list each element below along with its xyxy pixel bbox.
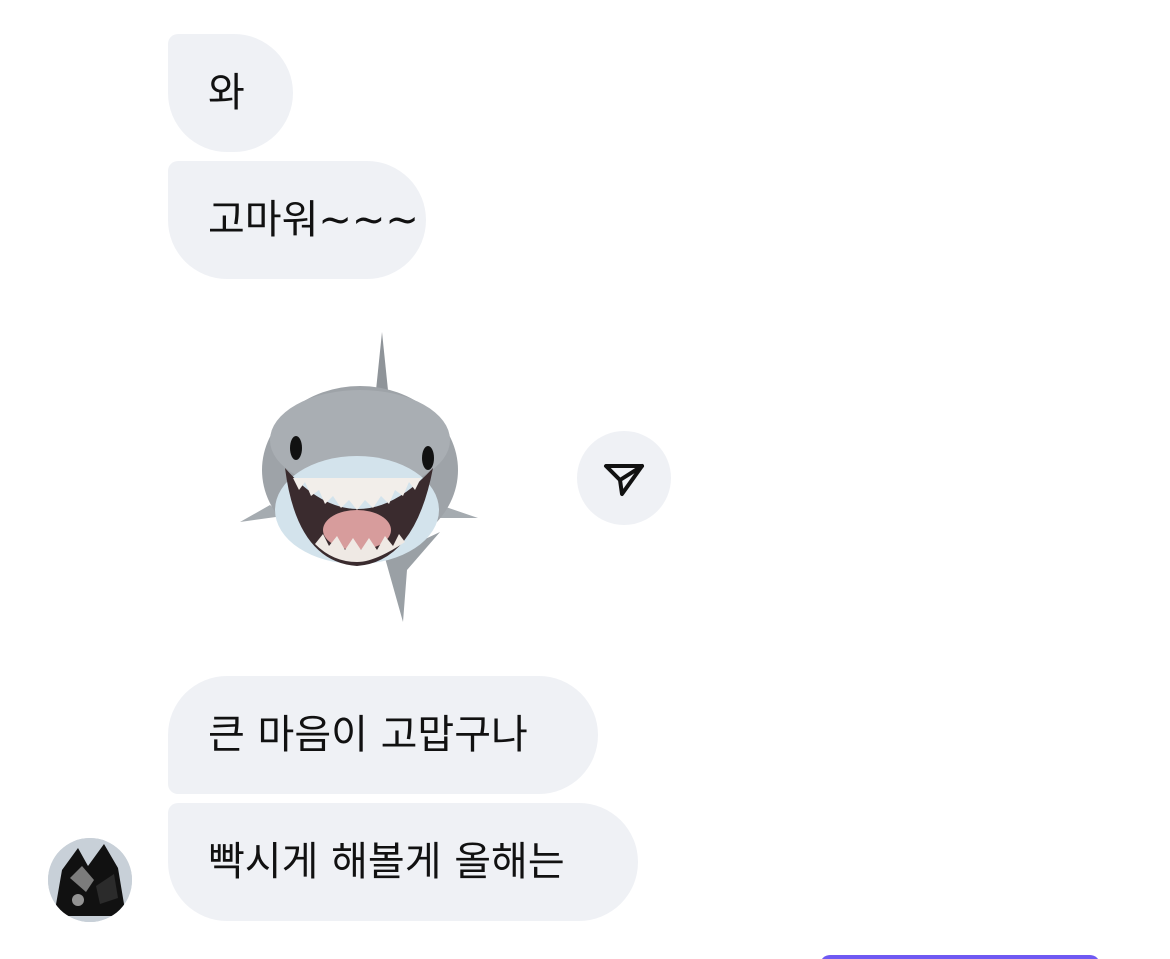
- message-text: 큰 마음이 고맙구나: [208, 712, 528, 758]
- paper-plane-icon: [604, 464, 644, 496]
- shark-icon: [240, 332, 478, 622]
- chat-thread: 와 고마워~~~ 큰 마음이 고맙구나 빡시게 해볼게 올해는: [0, 0, 1170, 959]
- message-bubble[interactable]: 와: [168, 34, 293, 152]
- message-bubble[interactable]: 빡시게 해볼게 올해는: [168, 803, 638, 921]
- shark-sticker[interactable]: [235, 330, 485, 630]
- message-bubble[interactable]: 큰 마음이 고맙구나: [168, 676, 598, 794]
- message-text: 와: [208, 70, 245, 116]
- outgoing-message-bubble-partial[interactable]: [820, 955, 1100, 959]
- share-button[interactable]: [577, 431, 671, 525]
- message-bubble[interactable]: 고마워~~~: [168, 161, 426, 279]
- message-text: 고마워~~~: [208, 197, 419, 243]
- message-text: 빡시게 해볼게 올해는: [208, 839, 565, 885]
- avatar-image: [48, 838, 132, 922]
- avatar[interactable]: [48, 838, 132, 922]
